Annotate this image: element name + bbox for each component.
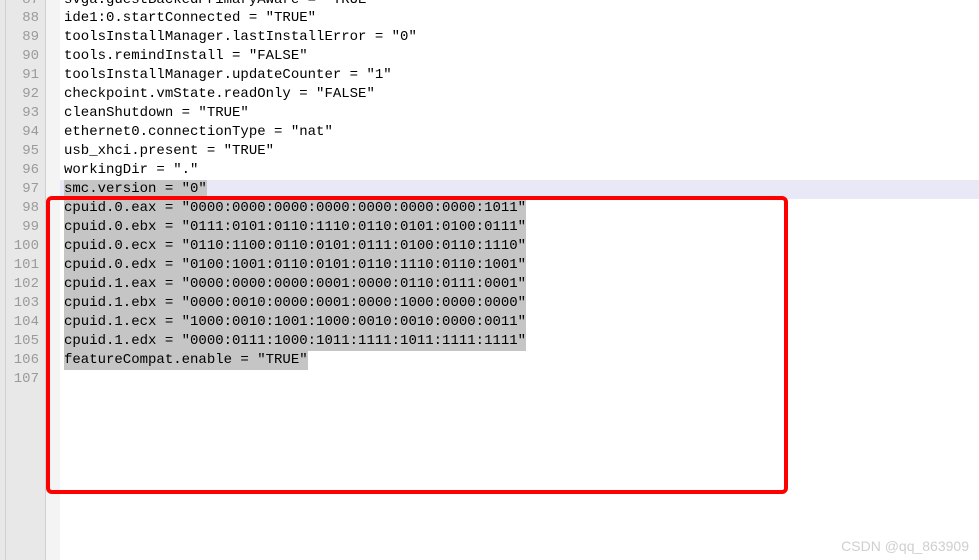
code-line[interactable]: cpuid.1.ebx = "0000:0010:0000:0001:0000:… [60, 294, 979, 313]
selected-text: cpuid.1.eax = "0000:0000:0000:0001:0000:… [64, 275, 526, 294]
line-number: 105 [6, 332, 39, 351]
code-line[interactable]: cpuid.1.ecx = "1000:0010:1001:1000:0010:… [60, 313, 979, 332]
code-line[interactable]: cpuid.0.ebx = "0111:0101:0110:1110:0110:… [60, 218, 979, 237]
line-number: 102 [6, 275, 39, 294]
selected-text: cpuid.1.ebx = "0000:0010:0000:0001:0000:… [64, 294, 526, 313]
line-number: 87 [6, 0, 39, 9]
selected-text: featureCompat.enable = "TRUE" [64, 351, 308, 370]
code-line[interactable]: ethernet0.connectionType = "nat" [60, 123, 979, 142]
code-line[interactable]: workingDir = "." [60, 161, 979, 180]
code-line[interactable]: smc.version = "0" [60, 180, 979, 199]
line-number: 93 [6, 104, 39, 123]
line-number: 96 [6, 161, 39, 180]
line-number: 107 [6, 370, 39, 389]
line-number: 89 [6, 28, 39, 47]
selected-text: cpuid.0.edx = "0100:1001:0110:0101:0110:… [64, 256, 526, 275]
line-number: 90 [6, 47, 39, 66]
line-number: 94 [6, 123, 39, 142]
line-number: 91 [6, 66, 39, 85]
selected-text: cpuid.1.edx = "0000:0111:1000:1011:1111:… [64, 332, 526, 351]
selected-text: cpuid.0.ebx = "0111:0101:0110:1110:0110:… [64, 218, 526, 237]
code-line[interactable]: checkpoint.vmState.readOnly = "FALSE" [60, 85, 979, 104]
code-editor: 8788899091929394959697989910010110210310… [0, 0, 979, 560]
line-number: 98 [6, 199, 39, 218]
code-line[interactable]: cpuid.1.edx = "0000:0111:1000:1011:1111:… [60, 332, 979, 351]
line-number: 95 [6, 142, 39, 161]
line-number: 104 [6, 313, 39, 332]
code-line[interactable]: cleanShutdown = "TRUE" [60, 104, 979, 123]
line-number: 101 [6, 256, 39, 275]
line-number: 106 [6, 351, 39, 370]
code-line[interactable]: featureCompat.enable = "TRUE" [60, 351, 979, 370]
code-area[interactable]: svga.guestBackedPrimaryAware = "TRUE"ide… [60, 0, 979, 560]
code-line[interactable]: toolsInstallManager.updateCounter = "1" [60, 66, 979, 85]
line-number: 103 [6, 294, 39, 313]
selected-text: cpuid.0.ecx = "0110:1100:0110:0101:0111:… [64, 237, 526, 256]
code-line[interactable]: toolsInstallManager.lastInstallError = "… [60, 28, 979, 47]
line-number: 100 [6, 237, 39, 256]
code-line[interactable]: cpuid.1.eax = "0000:0000:0000:0001:0000:… [60, 275, 979, 294]
code-line[interactable]: cpuid.0.eax = "0000:0000:0000:0000:0000:… [60, 199, 979, 218]
selected-text: smc.version = "0" [64, 180, 207, 199]
selected-text: cpuid.1.ecx = "1000:0010:1001:1000:0010:… [64, 313, 526, 332]
selected-text: cpuid.0.eax = "0000:0000:0000:0000:0000:… [64, 199, 526, 218]
line-number: 99 [6, 218, 39, 237]
code-line[interactable]: tools.remindInstall = "FALSE" [60, 47, 979, 66]
code-line[interactable]: ide1:0.startConnected = "TRUE" [60, 9, 979, 28]
code-line[interactable]: cpuid.0.edx = "0100:1001:0110:0101:0110:… [60, 256, 979, 275]
code-line[interactable] [60, 370, 979, 389]
code-line[interactable]: cpuid.0.ecx = "0110:1100:0110:0101:0111:… [60, 237, 979, 256]
code-line[interactable]: usb_xhci.present = "TRUE" [60, 142, 979, 161]
line-number: 92 [6, 85, 39, 104]
line-gutter: 8788899091929394959697989910010110210310… [6, 0, 46, 560]
line-number: 97 [6, 180, 39, 199]
code-line[interactable]: svga.guestBackedPrimaryAware = "TRUE" [60, 0, 979, 9]
margin-column [46, 0, 60, 560]
line-number: 88 [6, 9, 39, 28]
